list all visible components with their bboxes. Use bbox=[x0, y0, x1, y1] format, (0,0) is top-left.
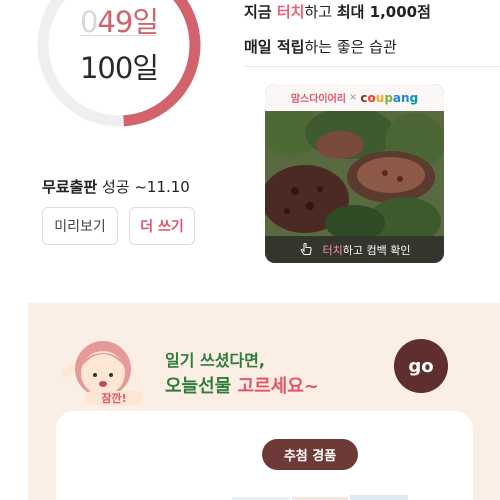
headline-divider bbox=[244, 66, 500, 67]
write-more-button[interactable]: 더 쓰기 bbox=[129, 207, 195, 245]
promo-line-2-accent: 고르세요~ bbox=[237, 376, 319, 397]
promo-line-2: 오늘선물 고르세요~ bbox=[165, 372, 319, 398]
prize-panel: 추첨 경품 bbox=[56, 411, 473, 500]
touch-hand-icon bbox=[299, 242, 312, 255]
ad-brand-logo: 맘스다이어리 bbox=[290, 94, 347, 105]
count-divider bbox=[80, 35, 156, 36]
current-day-value: 49일 bbox=[97, 5, 159, 39]
total-day-count: 100일 bbox=[79, 51, 159, 85]
headline-1c: 최대 1,000점 bbox=[336, 3, 431, 21]
ad-header: 맘스다이어리 × coupang bbox=[265, 84, 444, 111]
publish-status: 무료출판 성공 ~11.10 bbox=[42, 176, 190, 197]
headline-2a: 매일 적립 bbox=[244, 38, 305, 56]
progress-ring: 049일 100일 bbox=[36, 0, 202, 162]
gift-section: 잠깐! 일기 쓰셨다면, 오늘선물 고르세요~ go 추첨 경품 bbox=[0, 292, 500, 500]
ad-footer[interactable]: 터치 하고 컴백 확인 bbox=[265, 236, 444, 263]
coupang-logo: coupang bbox=[360, 90, 419, 105]
headline-1b: 하고 bbox=[304, 3, 337, 21]
publish-status-bold: 무료출판 bbox=[42, 178, 98, 196]
promo-line-2a: 오늘선물 bbox=[165, 376, 238, 397]
promo-line-1: 일기 쓰셨다면, bbox=[165, 351, 265, 370]
rice-cake-product-image bbox=[265, 111, 444, 236]
headline-line-1: 지금 터치하고 최대 1,000점 bbox=[244, 1, 431, 22]
diary-progress-card: 049일 100일 무료출판 성공 ~11.10 미리보기 더 쓰기 지금 터치… bbox=[0, 0, 500, 292]
preview-button[interactable]: 미리보기 bbox=[42, 207, 118, 245]
prize-label-pill: 추첨 경품 bbox=[262, 439, 358, 470]
ad-footer-accent: 터치 bbox=[322, 243, 343, 257]
ad-footer-text: 하고 컴백 확인 bbox=[342, 243, 411, 257]
mascot-girl-icon: 잠깐! bbox=[61, 341, 143, 405]
headline-line-2: 매일 적립하는 좋은 습관 bbox=[244, 36, 397, 57]
prize-thumbnails bbox=[232, 495, 408, 500]
gift-promo-banner: 잠깐! 일기 쓰셨다면, 오늘선물 고르세요~ go 추첨 경품 bbox=[28, 303, 500, 500]
go-button[interactable]: go bbox=[394, 339, 448, 393]
current-day-prefix: 0 bbox=[79, 5, 98, 39]
publish-status-rest: 성공 ~11.10 bbox=[97, 178, 190, 196]
mascot-badge-text: 잠깐! bbox=[101, 391, 126, 405]
headline-1a: 지금 bbox=[244, 3, 277, 21]
headline-1-accent: 터치 bbox=[276, 3, 305, 21]
headline-2b: 하는 좋은 습관 bbox=[304, 38, 397, 56]
coupang-ad-card[interactable]: 맘스다이어리 × coupang 터치 하고 컴백 확인 bbox=[265, 84, 444, 263]
ad-separator: × bbox=[349, 92, 358, 103]
